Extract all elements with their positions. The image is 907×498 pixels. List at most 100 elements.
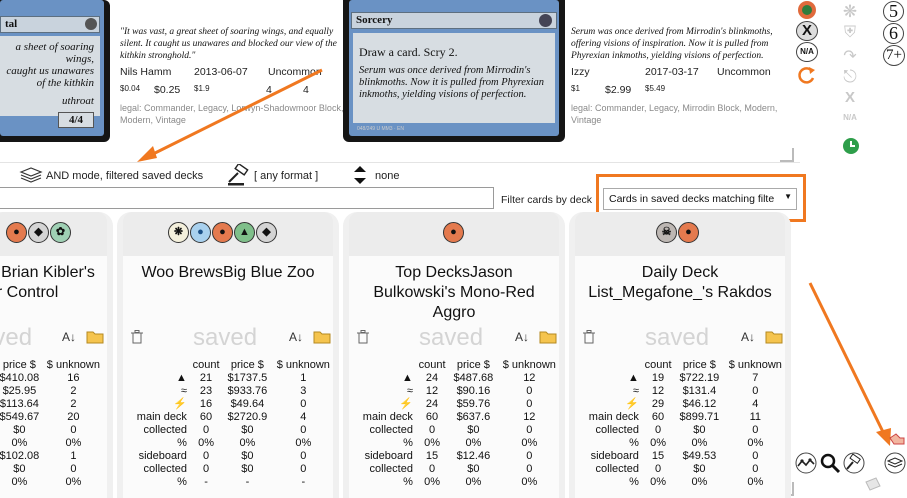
redo-icon[interactable]: ↷ bbox=[839, 46, 861, 66]
deck-panel[interactable]: ☠ ● Daily Deck List_Megafone_'s Rakdos sa… bbox=[569, 212, 791, 498]
stat-cell: 0% bbox=[650, 437, 666, 449]
col-header: $ unknown bbox=[276, 359, 330, 371]
stat-cell: 0 bbox=[526, 385, 533, 397]
graph-icon[interactable] bbox=[795, 452, 817, 479]
stat-cell: 0% bbox=[424, 437, 440, 449]
cmc-6-label: 6 bbox=[889, 23, 898, 43]
legality-gavel-icon[interactable] bbox=[842, 452, 866, 479]
stat-cell: $899.71 bbox=[679, 411, 720, 423]
deck-panel[interactable]: ● Top DecksJason Bulkowski's Mono-Red Ag… bbox=[343, 212, 565, 498]
stat-cell: 0% bbox=[65, 437, 82, 449]
trash-icon[interactable] bbox=[131, 330, 143, 349]
stat-cell: $49.64 bbox=[230, 398, 265, 410]
stat-cell: 1 bbox=[300, 372, 307, 384]
saved-label: saved bbox=[645, 324, 710, 351]
stat-cell: $2720.9 bbox=[227, 411, 268, 423]
stat-cell: 0% bbox=[521, 476, 538, 488]
stat-cell: 23 bbox=[199, 385, 213, 397]
rename-icon[interactable]: A↓ bbox=[289, 330, 303, 344]
multicolor-mana-icon: ✿ bbox=[50, 222, 71, 243]
stat-cell: $0 bbox=[693, 463, 706, 475]
folder-icon[interactable] bbox=[86, 330, 104, 349]
cmc-7plus-button[interactable]: 7+ bbox=[883, 45, 905, 66]
stat-cell: $0 bbox=[467, 463, 480, 475]
stat-cell: $410.08 bbox=[0, 372, 40, 384]
deck-title[interactable]: Woo BrewsBig Blue Zoo bbox=[117, 263, 339, 283]
stat-cell: 29 bbox=[651, 398, 665, 410]
stat-cell: $1737.5 bbox=[227, 372, 268, 384]
stat-cell: - bbox=[204, 476, 208, 488]
card-art-toggle-icon[interactable] bbox=[796, 0, 818, 20]
stat-cell: 12 bbox=[523, 411, 536, 423]
search-icon[interactable] bbox=[819, 452, 841, 479]
mana-symbols: ❋ ● ● ▲ ◆ bbox=[168, 222, 278, 243]
deck-title[interactable]: Top DecksJason Bulkowski's Mono-Red Aggr… bbox=[343, 263, 565, 323]
deck-stats-table: count price $ $ unknown ▲ 24 $487.68 12 ≈12 $9… bbox=[355, 359, 561, 489]
mana-symbols: ● bbox=[443, 222, 465, 243]
shield-filter-icon[interactable]: ⛨ bbox=[839, 24, 861, 44]
na-filter-icon[interactable]: N/A bbox=[839, 113, 861, 129]
stat-cell: 0 bbox=[428, 463, 436, 475]
cmc-6-button[interactable]: 6 bbox=[883, 23, 904, 44]
rename-icon[interactable]: A↓ bbox=[62, 330, 76, 344]
col-header: price $ bbox=[2, 359, 36, 371]
stat-cell: $637.6 bbox=[456, 411, 491, 423]
row-label: % bbox=[403, 476, 413, 488]
stat-cell: $113.64 bbox=[0, 398, 39, 410]
trash-icon[interactable] bbox=[357, 330, 369, 349]
col-header: $ unknown bbox=[728, 359, 782, 371]
deck-title[interactable]: Brian Kibler's or Control bbox=[0, 263, 118, 303]
stat-cell: 0% bbox=[465, 437, 482, 449]
row-label: % bbox=[177, 437, 187, 449]
filter-x-button[interactable]: X bbox=[796, 21, 818, 41]
stat-cell: 12 bbox=[651, 385, 665, 397]
rename-icon[interactable]: A↓ bbox=[515, 330, 529, 344]
creature-type-icon: ▲ bbox=[402, 372, 413, 384]
row-label: collected bbox=[143, 463, 187, 475]
deck-header: ● ◆ ✿ bbox=[0, 212, 107, 256]
spell-type-icon: ≈ bbox=[180, 385, 187, 397]
stat-cell: 16 bbox=[67, 372, 80, 384]
x-filter-icon[interactable]: X bbox=[839, 89, 861, 109]
reset-icon[interactable]: ⎋ bbox=[839, 67, 861, 87]
refresh-icon[interactable] bbox=[796, 65, 818, 85]
deck-panel[interactable]: ●◆✿ Brian Kibler's or Control saved A↓ p… bbox=[0, 212, 113, 498]
stat-cell: 0% bbox=[691, 437, 708, 449]
colorless-mana-icon: ◆ bbox=[28, 222, 49, 243]
black-mana-icon: ☠ bbox=[656, 222, 677, 243]
page-icon bbox=[864, 476, 882, 497]
stat-cell: - bbox=[301, 476, 306, 488]
stat-cell: 0 bbox=[526, 398, 533, 410]
deck-title[interactable]: Daily Deck List_Megafone_'s Rakdos bbox=[569, 263, 791, 303]
stat-cell: 11 bbox=[749, 411, 762, 423]
col-header: price $ bbox=[456, 359, 490, 371]
deck-title-line: List_Megafone_'s Rakdos bbox=[588, 284, 772, 301]
stat-cell: 0 bbox=[752, 450, 759, 462]
saved-label: saved bbox=[419, 324, 484, 351]
folder-icon[interactable] bbox=[313, 330, 331, 349]
sun-filter-icon[interactable]: ❋ bbox=[839, 2, 861, 22]
rename-icon[interactable]: A↓ bbox=[741, 330, 755, 344]
cmc-5-button[interactable]: 5 bbox=[883, 1, 904, 22]
folder-icon[interactable] bbox=[539, 330, 557, 349]
stat-cell: $0 bbox=[467, 424, 480, 436]
filter-na-button[interactable]: N/A bbox=[796, 42, 818, 62]
stat-cell: 0 bbox=[526, 450, 533, 462]
green-clock-icon[interactable] bbox=[841, 137, 861, 157]
col-header bbox=[355, 359, 415, 372]
stat-cell: 0% bbox=[11, 476, 28, 488]
deck-panel[interactable]: ❋ ● ● ▲ ◆ Woo BrewsBig Blue Zoo saved A↓ cou… bbox=[117, 212, 339, 498]
red-mana-icon: ● bbox=[212, 222, 233, 243]
folder-icon[interactable] bbox=[765, 330, 783, 349]
trash-icon[interactable] bbox=[583, 330, 595, 349]
saved-decks-stack-icon[interactable] bbox=[884, 452, 906, 479]
stat-cell: 2 bbox=[70, 385, 77, 397]
row-label: sideboard bbox=[138, 450, 187, 462]
stat-cell: $131.4 bbox=[682, 385, 717, 397]
stat-cell: $0 bbox=[241, 450, 254, 462]
row-label: main deck bbox=[588, 411, 639, 423]
stat-cell: 60 bbox=[199, 411, 213, 423]
deck-title-line: Woo BrewsBig Blue Zoo bbox=[141, 264, 315, 281]
row-label: collected bbox=[595, 463, 639, 475]
col-header: count bbox=[192, 359, 220, 371]
